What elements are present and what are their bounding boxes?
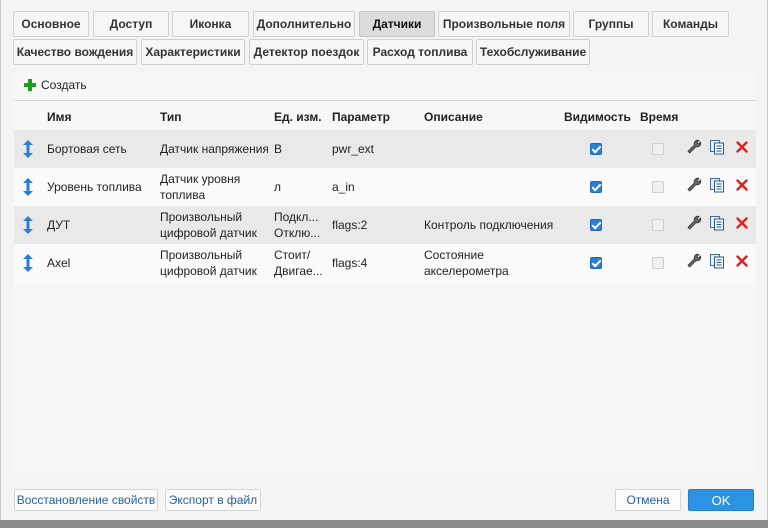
time-checkbox[interactable] <box>652 219 664 231</box>
sensor-unit-line2: Отклю... <box>274 226 321 240</box>
table-row[interactable]: ДУТ Произвольный цифровой датчик Подкл..… <box>14 206 756 244</box>
sensor-unit: Подкл... Отклю... <box>274 209 326 241</box>
wrench-icon[interactable] <box>686 215 702 231</box>
visibility-checkbox[interactable] <box>590 257 602 269</box>
create-sensor-button[interactable]: Создать <box>24 78 87 92</box>
sensor-unit-line1: Стоит/ <box>274 248 311 262</box>
wrench-icon[interactable] <box>686 253 702 269</box>
wrench-icon[interactable] <box>686 177 702 193</box>
ok-button[interactable]: OK <box>688 489 754 511</box>
tab-commands[interactable]: Команды <box>652 11 729 37</box>
sensor-type: Произвольный цифровой датчик <box>160 209 268 241</box>
sensor-description: Состояние акселерометра <box>424 247 564 279</box>
close-icon[interactable] <box>734 253 750 269</box>
copy-icon[interactable] <box>709 253 725 269</box>
tab-icon[interactable]: Иконка <box>172 11 249 37</box>
sensor-description-line1: Состояние <box>424 248 484 262</box>
close-icon[interactable] <box>734 215 750 231</box>
visibility-checkbox[interactable] <box>590 181 602 193</box>
copy-icon[interactable] <box>709 215 725 231</box>
sensor-type-line2: цифровой датчик <box>160 264 257 278</box>
sensor-description: Контроль подключения <box>424 218 554 232</box>
sensor-parameter: flags:2 <box>332 218 368 232</box>
table-row[interactable]: Axel Произвольный цифровой датчик Стоит/… <box>14 244 756 282</box>
sensor-type-line1: Датчик уровня <box>160 172 241 186</box>
sensor-unit: Стоит/ Двигае... <box>274 247 326 279</box>
col-header-type: Тип <box>160 110 182 124</box>
wrench-icon[interactable] <box>686 139 702 155</box>
sensor-type: Датчик уровня топлива <box>160 171 268 203</box>
vertical-arrows-icon[interactable] <box>22 254 34 272</box>
col-header-time: Время <box>640 110 679 124</box>
restore-properties-button[interactable]: Восстановление свойств <box>14 489 158 511</box>
sensor-type-line2: топлива <box>160 188 206 202</box>
tab-eco-driving[interactable]: Качество вождения <box>13 39 137 65</box>
tab-advanced[interactable]: Дополнительно <box>253 11 355 37</box>
tab-fuel-consumption[interactable]: Расход топлива <box>367 39 473 65</box>
sensor-unit: В <box>274 142 283 156</box>
close-icon[interactable] <box>734 177 750 193</box>
tab-trip-detector[interactable]: Детектор поездок <box>249 39 364 65</box>
time-checkbox[interactable] <box>652 181 664 193</box>
cancel-button[interactable]: Отмена <box>615 489 681 511</box>
create-label: Создать <box>41 78 87 92</box>
vertical-arrows-icon[interactable] <box>22 140 34 158</box>
sensor-type-line1: Произвольный <box>160 210 243 224</box>
copy-icon[interactable] <box>709 177 725 193</box>
tab-maintenance[interactable]: Техобслуживание <box>476 39 590 65</box>
sensor-unit-line1: Подкл... <box>274 210 319 224</box>
table-row[interactable]: Уровень топлива Датчик уровня топлива л … <box>14 168 756 206</box>
plus-icon <box>24 79 36 91</box>
sensor-parameter: flags:4 <box>332 256 368 270</box>
sensor-type-line2: цифровой датчик <box>160 226 257 240</box>
visibility-checkbox[interactable] <box>590 143 602 155</box>
divider <box>14 100 756 101</box>
table-row[interactable]: Бортовая сеть Датчик напряжения В pwr_ex… <box>14 130 756 168</box>
time-checkbox[interactable] <box>652 257 664 269</box>
sensor-parameter: pwr_ext <box>332 142 375 156</box>
vertical-arrows-icon[interactable] <box>22 216 34 234</box>
sensor-name: ДУТ <box>47 218 71 232</box>
export-to-file-button[interactable]: Экспорт в файл <box>165 489 261 511</box>
col-header-unit: Ед. изм. <box>274 110 322 124</box>
sensor-name: Бортовая сеть <box>47 142 127 156</box>
tab-custom-fields[interactable]: Произвольные поля <box>438 11 570 37</box>
copy-icon[interactable] <box>709 139 725 155</box>
col-header-name: Имя <box>47 110 72 124</box>
col-header-parameter: Параметр <box>332 110 390 124</box>
sensor-name: Уровень топлива <box>47 180 142 194</box>
sensor-type: Произвольный цифровой датчик <box>160 247 268 279</box>
tab-groups[interactable]: Группы <box>573 11 649 37</box>
tab-main[interactable]: Основное <box>13 11 89 37</box>
sensor-description-line2: акселерометра <box>424 264 509 278</box>
sensor-unit-line2: Двигае... <box>274 264 323 278</box>
tab-sensors[interactable]: Датчики <box>359 11 435 37</box>
sensor-parameter: a_in <box>332 180 355 194</box>
col-header-visibility: Видимость <box>564 110 631 124</box>
tab-characteristics[interactable]: Характеристики <box>141 39 245 65</box>
sensor-unit: л <box>274 180 282 194</box>
background-strip <box>0 520 768 528</box>
sensor-type: Датчик напряжения <box>160 142 268 156</box>
unit-properties-dialog: Основное Доступ Иконка Дополнительно Дат… <box>0 0 768 520</box>
col-header-description: Описание <box>424 110 483 124</box>
time-checkbox[interactable] <box>652 143 664 155</box>
sensor-type-line1: Произвольный <box>160 248 243 262</box>
close-icon[interactable] <box>734 139 750 155</box>
sensor-name: Axel <box>47 256 71 270</box>
sensors-panel: Создать Имя Тип Ед. изм. Параметр Описан… <box>14 72 756 472</box>
tab-access[interactable]: Доступ <box>93 11 169 37</box>
visibility-checkbox[interactable] <box>590 219 602 231</box>
vertical-arrows-icon[interactable] <box>22 178 34 196</box>
